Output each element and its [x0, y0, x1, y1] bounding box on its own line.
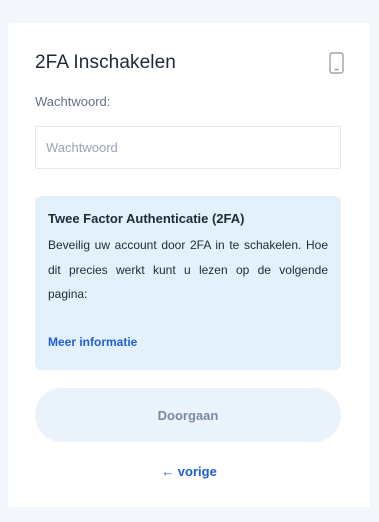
- twofa-card: 2FA Inschakelen Wachtwoord: Twee Factor …: [8, 23, 370, 507]
- info-text: Beveilig uw account door 2FA in te schak…: [48, 238, 328, 301]
- info-title: Twee Factor Authenticatie (2FA): [48, 211, 245, 226]
- more-info-link[interactable]: Meer informatie: [48, 335, 137, 349]
- info-box: Twee Factor Authenticatie (2FA) Beveilig…: [35, 196, 341, 370]
- password-field-wrapper: [35, 126, 341, 169]
- page-title: 2FA Inschakelen: [35, 52, 176, 73]
- continue-button[interactable]: Doorgaan: [35, 388, 341, 442]
- card-header: 2FA Inschakelen: [35, 52, 344, 76]
- back-link[interactable]: ← vorige: [8, 464, 370, 479]
- password-label: Wachtwoord:: [35, 94, 111, 109]
- smartphone-icon: [329, 52, 344, 74]
- password-input[interactable]: [36, 127, 340, 168]
